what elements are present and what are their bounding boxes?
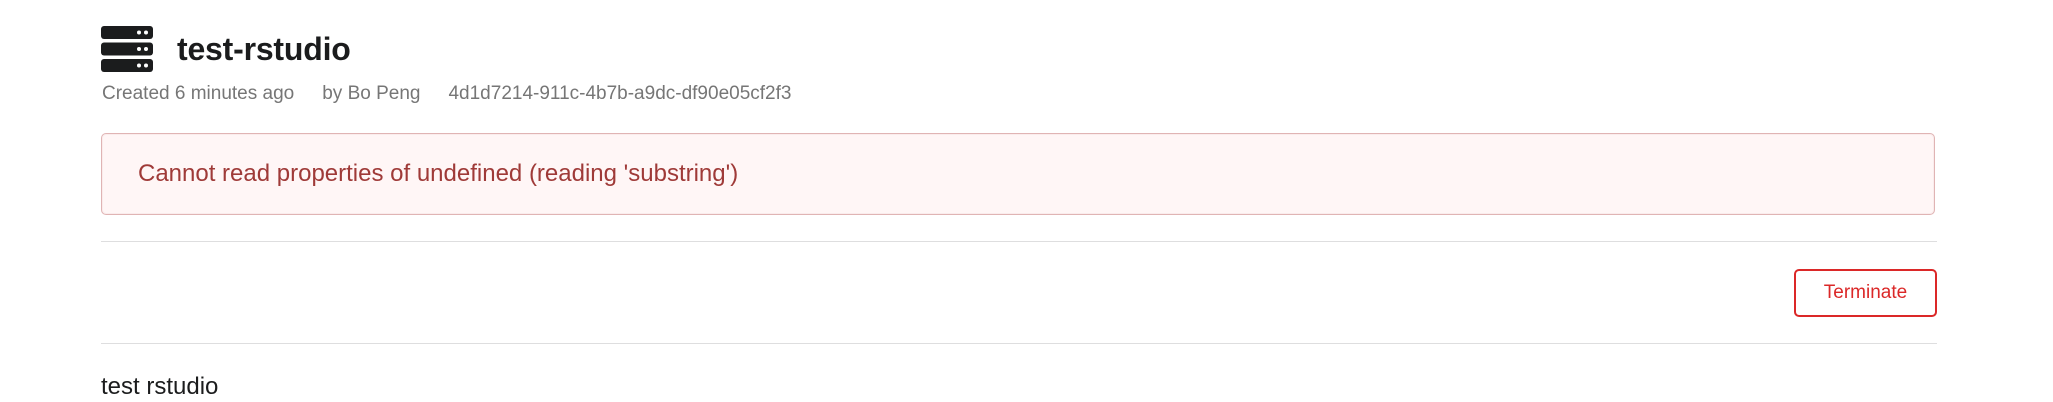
server-icon (101, 26, 153, 72)
app-id: 4d1d7214-911c-4b7b-a9dc-df90e05cf2f3 (448, 83, 792, 104)
divider-top (101, 241, 1937, 242)
created-time: Created 6 minutes ago (102, 83, 295, 104)
terminate-button[interactable]: Terminate (1794, 269, 1937, 317)
app-description: test rstudio (101, 373, 219, 400)
meta-info: Created 6 minutes ago by Bo Peng 4d1d721… (102, 82, 819, 106)
error-message-box: Cannot read properties of undefined (rea… (101, 133, 1935, 215)
error-message: Cannot read properties of undefined (rea… (138, 160, 739, 187)
created-by: by Bo Peng (322, 83, 421, 104)
page-header: test-rstudio (101, 26, 351, 72)
divider-bottom (101, 343, 1937, 344)
page-title: test-rstudio (177, 31, 351, 67)
